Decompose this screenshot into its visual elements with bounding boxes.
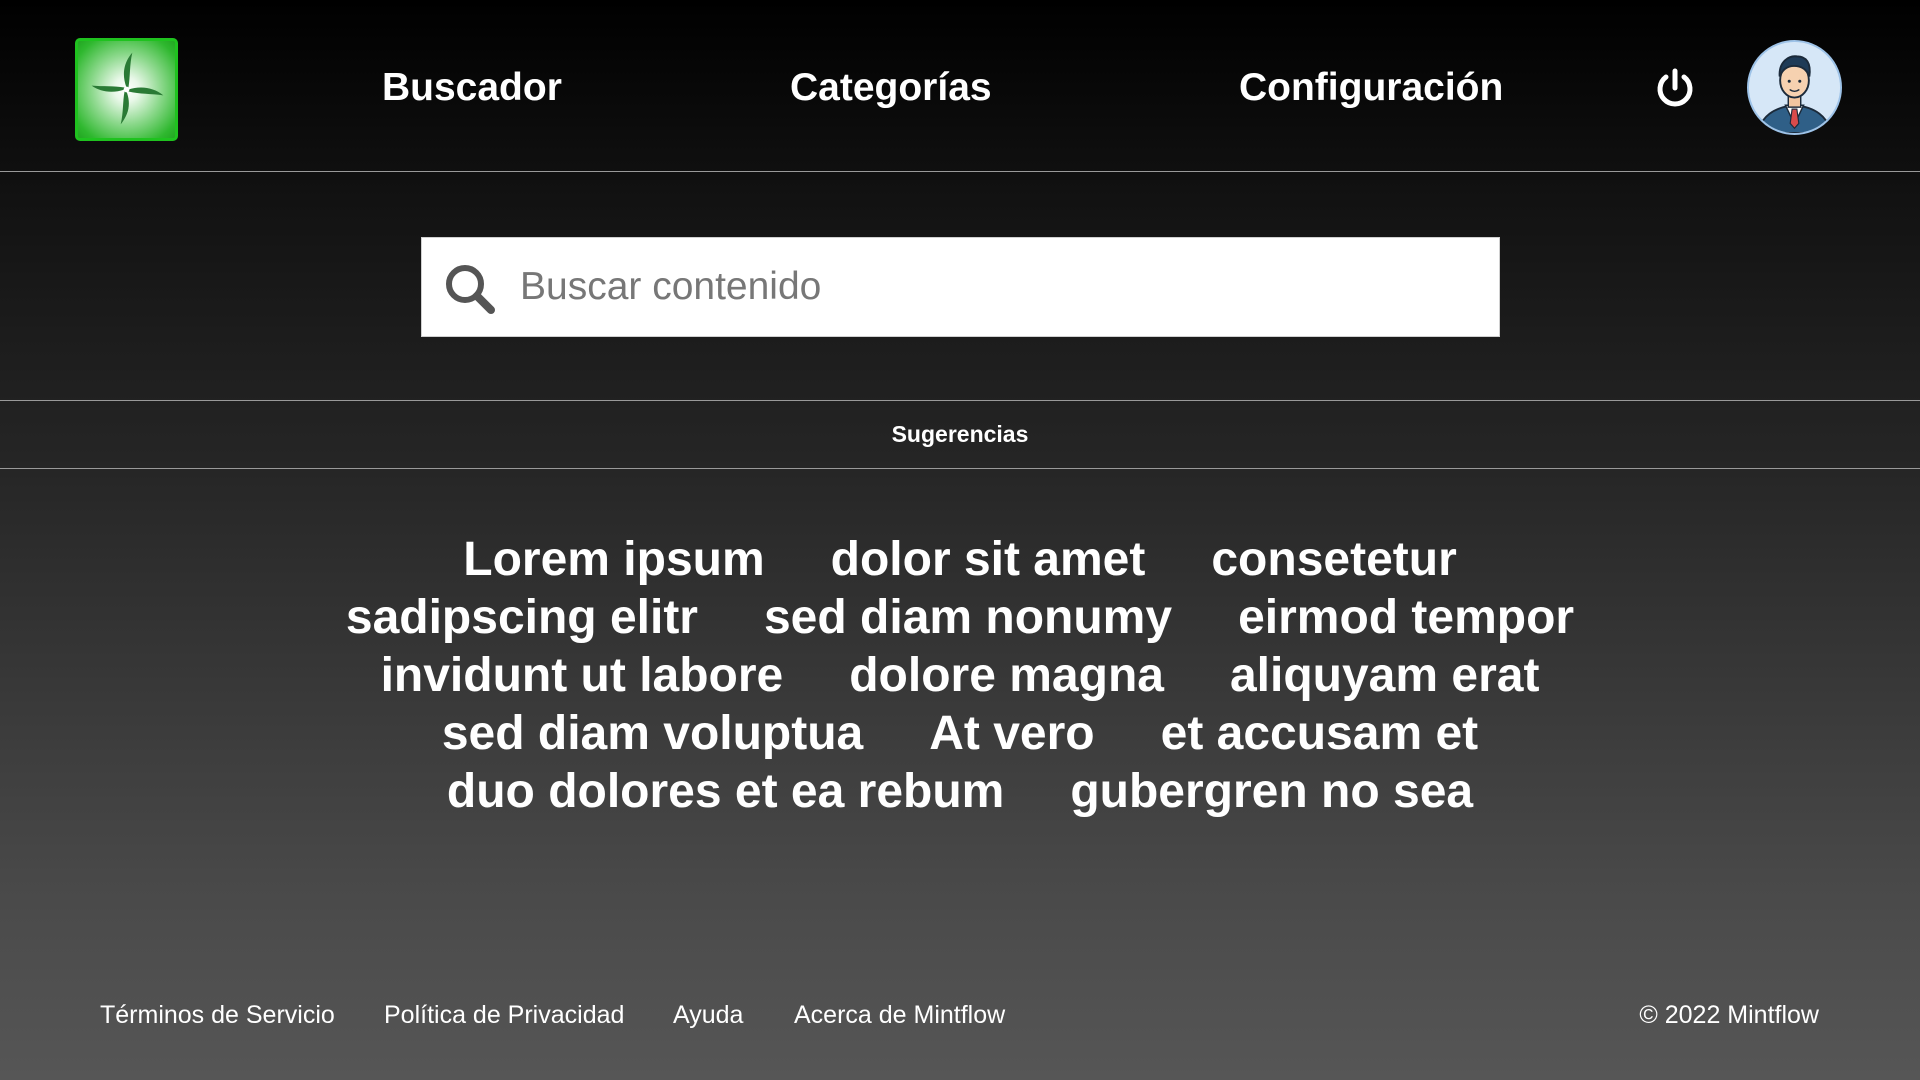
suggestion-row: invidunt ut labore dolore magna aliquyam e… <box>260 647 1660 705</box>
suggestions-header: Sugerencias <box>0 400 1920 469</box>
suggestion-tag[interactable]: dolore magna <box>849 647 1164 705</box>
suggestion-tag[interactable]: consetetur <box>1211 531 1456 589</box>
copyright-text: © 2022 Mintflow <box>1639 1001 1819 1029</box>
nav-item-buscador[interactable]: Buscador <box>382 65 562 111</box>
user-avatar-icon <box>1749 42 1840 133</box>
suggestion-row: duo dolores et ea rebum gubergren no sea <box>260 763 1660 821</box>
app-logo[interactable] <box>75 38 178 141</box>
suggestion-tag[interactable]: invidunt ut labore <box>381 647 784 705</box>
suggestion-tag[interactable]: gubergren no sea <box>1070 763 1473 821</box>
suggestion-tags: Lorem ipsum dolor sit amet consetetur sadi… <box>260 531 1660 821</box>
suggestions-title: Sugerencias <box>891 421 1029 447</box>
suggestion-tag[interactable]: et accusam et <box>1161 705 1479 763</box>
footer-link-privacidad[interactable]: Política de Privacidad <box>384 1000 624 1030</box>
footer-link-ayuda[interactable]: Ayuda <box>673 1000 743 1030</box>
suggestion-tag[interactable]: duo dolores et ea rebum <box>447 763 1004 821</box>
nav-item-categorias[interactable]: Categorías <box>790 65 992 111</box>
top-navigation-bar: Buscador Categorías Configuración <box>0 0 1920 172</box>
suggestion-tag[interactable]: sed diam nonumy <box>764 589 1172 647</box>
suggestion-tag[interactable]: aliquyam erat <box>1230 647 1539 705</box>
power-icon <box>1657 68 1693 107</box>
search-icon[interactable] <box>444 263 496 315</box>
search-box[interactable] <box>421 237 1500 337</box>
power-button[interactable] <box>1654 67 1696 109</box>
footer-link-acerca[interactable]: Acerca de Mintflow <box>794 1000 1005 1030</box>
footer-link-terminos[interactable]: Términos de Servicio <box>100 1000 335 1030</box>
search-input[interactable] <box>520 238 1480 336</box>
suggestion-tag[interactable]: eirmod tempor <box>1238 589 1574 647</box>
suggestion-row: Lorem ipsum dolor sit amet consetetur <box>260 531 1660 589</box>
suggestion-tag[interactable]: sed diam voluptua <box>442 705 863 763</box>
nav-item-configuracion[interactable]: Configuración <box>1239 65 1503 111</box>
suggestion-tag[interactable]: At vero <box>929 705 1094 763</box>
suggestion-tag[interactable]: dolor sit amet <box>831 531 1146 589</box>
user-avatar-button[interactable] <box>1747 40 1842 135</box>
suggestion-tag[interactable]: Lorem ipsum <box>463 531 764 589</box>
pinwheel-logo-icon <box>91 52 164 125</box>
suggestion-row: sadipscing elitr sed diam nonumy eirmod te… <box>260 589 1660 647</box>
suggestion-tag[interactable]: sadipscing elitr <box>346 589 698 647</box>
suggestion-row: sed diam voluptua At vero et accusam et <box>260 705 1660 763</box>
